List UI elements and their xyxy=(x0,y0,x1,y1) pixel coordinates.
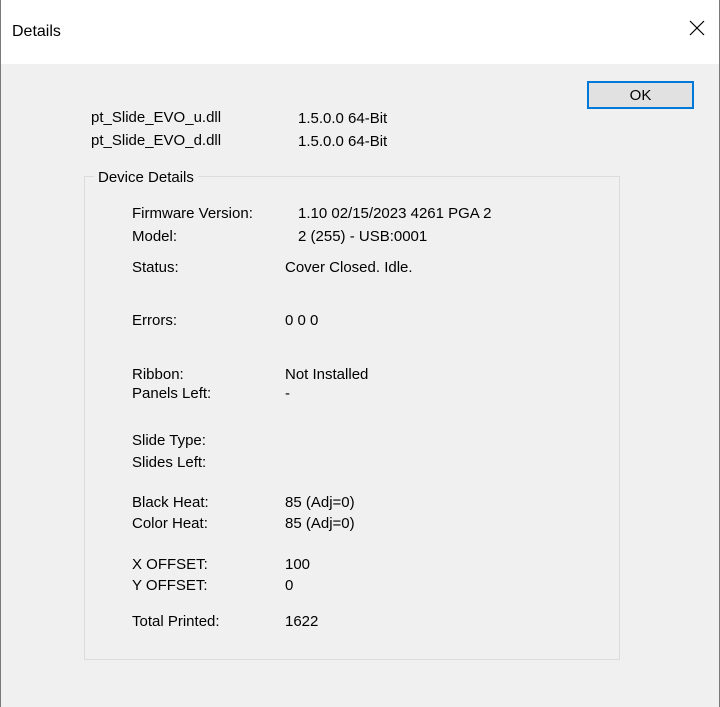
status-value: Cover Closed. Idle. xyxy=(285,259,413,276)
errors-label: Errors: xyxy=(132,312,177,329)
ribbon-value: Not Installed xyxy=(285,366,369,383)
black-heat-label: Black Heat: xyxy=(132,494,209,511)
details-dialog: Details OK pt_Slide_EVO_u.dll 1.5.0.0 64… xyxy=(0,0,720,707)
ok-button[interactable]: OK xyxy=(587,81,694,109)
color-heat-label: Color Heat: xyxy=(132,515,208,532)
dll-version-u: 1.5.0.0 64-Bit xyxy=(298,110,388,127)
model-label: Model: xyxy=(132,228,178,245)
total-printed-value: 1622 xyxy=(285,613,319,630)
model-value: 2 (255) - USB:0001 xyxy=(298,228,428,245)
firmware-value: 1.10 02/15/2023 4261 PGA 2 xyxy=(298,205,492,222)
dll-name-u: pt_Slide_EVO_u.dll xyxy=(91,109,222,126)
status-label: Status: xyxy=(132,259,179,276)
panels-left-label: Panels Left: xyxy=(132,385,212,402)
y-offset-value: 0 xyxy=(285,577,294,594)
black-heat-value: 85 (Adj=0) xyxy=(285,494,355,511)
device-details-caption: Device Details xyxy=(94,169,198,187)
close-icon xyxy=(689,20,705,40)
color-heat-value: 85 (Adj=0) xyxy=(285,515,355,532)
x-offset-label: X OFFSET: xyxy=(132,556,208,573)
slides-left-label: Slides Left: xyxy=(132,454,207,471)
ribbon-label: Ribbon: xyxy=(132,366,184,383)
panels-left-value: - xyxy=(285,385,290,402)
title-bar[interactable]: Details xyxy=(1,0,719,64)
close-button[interactable] xyxy=(675,10,719,50)
dll-version-d: 1.5.0.0 64-Bit xyxy=(298,133,388,150)
firmware-label: Firmware Version: xyxy=(132,205,253,222)
dll-name-d: pt_Slide_EVO_d.dll xyxy=(91,132,222,149)
dialog-body: OK pt_Slide_EVO_u.dll 1.5.0.0 64-Bit pt_… xyxy=(1,64,719,707)
total-printed-label: Total Printed: xyxy=(132,613,220,630)
errors-value: 0 0 0 xyxy=(285,312,319,329)
window-title: Details xyxy=(12,23,61,40)
y-offset-label: Y OFFSET: xyxy=(132,577,208,594)
slide-type-label: Slide Type: xyxy=(132,432,206,449)
x-offset-value: 100 xyxy=(285,556,311,573)
